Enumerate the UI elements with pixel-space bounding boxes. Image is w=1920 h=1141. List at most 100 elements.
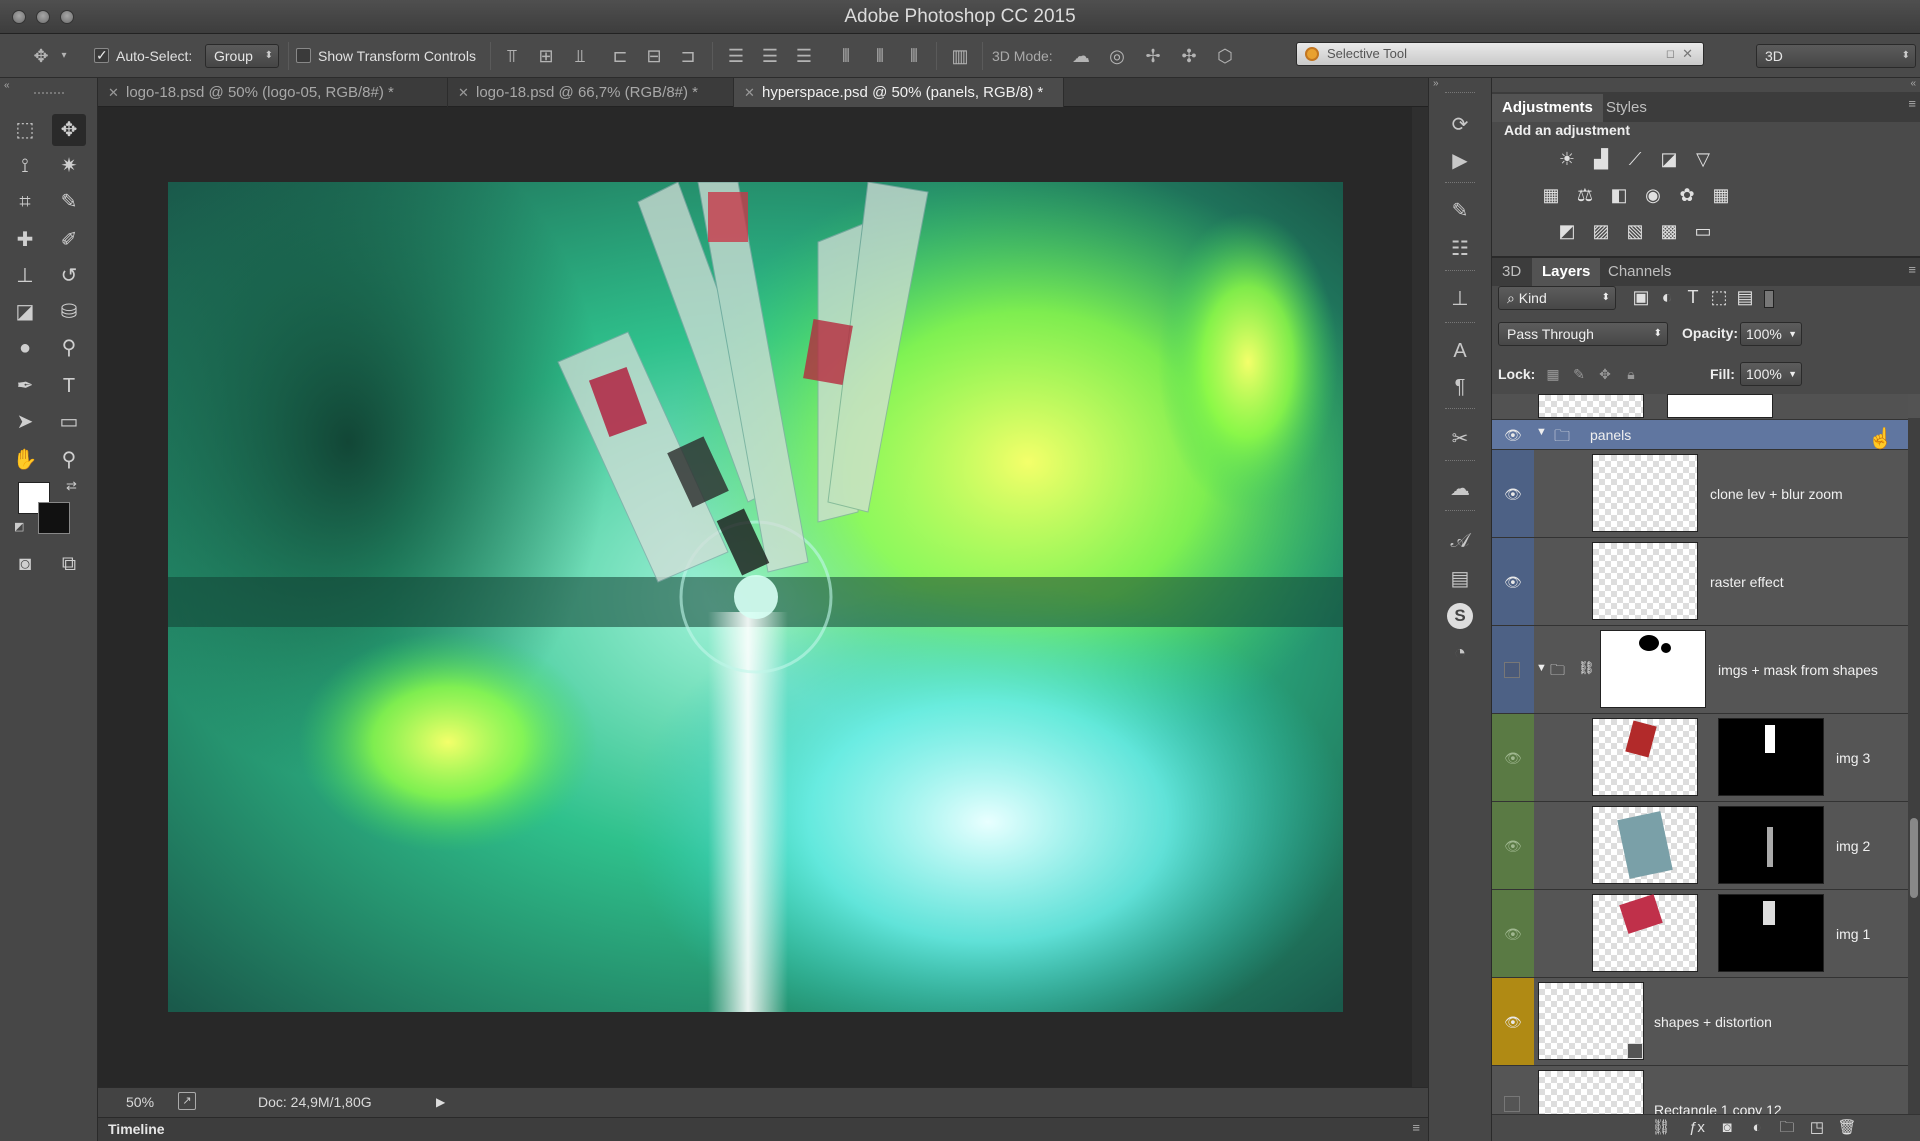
hue-saturation-icon[interactable]: ▦	[1538, 184, 1564, 206]
layer-row-clone-lev[interactable]: 👁︎ clone lev + blur zoom	[1492, 450, 1908, 538]
history-icon[interactable]: ⟳	[1443, 110, 1477, 140]
actions-play-icon[interactable]: ▶	[1443, 146, 1477, 176]
libraries-icon[interactable]: ☁	[1443, 474, 1477, 504]
tab-logo-18-50[interactable]: ✕ logo-18.psd @ 50% (logo-05, RGB/8#) *	[98, 78, 448, 107]
layer-filter-kind-dropdown[interactable]: ⌕ Kind ⬍	[1498, 286, 1616, 310]
invert-icon[interactable]: ◩	[1554, 220, 1580, 242]
magic-wand-tool-icon[interactable]: ✷	[52, 150, 86, 182]
paragraph-icon[interactable]: ¶	[1443, 372, 1477, 402]
align-left-icon[interactable]: ⊏	[608, 45, 632, 67]
background-color-swatch[interactable]	[38, 502, 70, 534]
lock-image-icon[interactable]: ✎	[1566, 363, 1592, 385]
tool-presets-icon[interactable]: ✂	[1443, 424, 1477, 454]
eyedropper-tool-icon[interactable]: ✎	[52, 186, 86, 218]
panel-menu-icon[interactable]: ≡	[1908, 96, 1916, 111]
zoom-level[interactable]: 50%	[126, 1094, 154, 1110]
move-tool-icon[interactable]: ✥	[52, 114, 86, 146]
threshold-icon[interactable]: ▧	[1622, 220, 1648, 242]
history-brush-tool-icon[interactable]: ↺	[52, 260, 86, 292]
filter-toggle-icon[interactable]	[1764, 290, 1774, 308]
blend-mode-dropdown[interactable]: Pass Through ⬍	[1498, 322, 1668, 346]
workspace-dropdown[interactable]: 3D ⬍	[1756, 44, 1916, 68]
visibility-eye-icon[interactable]: 👁︎	[1504, 927, 1522, 941]
tool-preset-chevron-icon[interactable]: ▾	[58, 45, 70, 67]
move-tool-icon[interactable]: ✥	[26, 45, 56, 67]
slide-3d-icon[interactable]: ✣	[1176, 45, 1202, 67]
healing-brush-tool-icon[interactable]: ✚	[8, 224, 42, 256]
collapse-icon[interactable]: «	[4, 80, 10, 91]
eraser-tool-icon[interactable]: ◪	[8, 296, 42, 328]
layer-row-partial[interactable]	[1492, 394, 1908, 420]
visibility-eye-icon[interactable]: 👁︎	[1504, 839, 1522, 853]
properties-icon[interactable]: ☷	[1443, 234, 1477, 264]
visibility-toggle-empty[interactable]	[1504, 1096, 1520, 1112]
layer-name[interactable]: raster effect	[1710, 574, 1784, 590]
restore-icon[interactable]: ◻	[1666, 43, 1675, 65]
scale-3d-icon[interactable]: ⬡	[1212, 45, 1238, 67]
channel-mixer-icon[interactable]: ✿	[1674, 184, 1700, 206]
screen-mode-icon[interactable]: ⧉	[52, 548, 86, 580]
collapse-icon[interactable]: «	[1910, 78, 1916, 89]
tab-adjustments[interactable]: Adjustments	[1492, 94, 1603, 122]
panel-menu-icon[interactable]: ≡	[1908, 262, 1916, 277]
distribute-left-icon[interactable]: ⦀	[834, 45, 858, 67]
collapse-icon[interactable]: »	[1433, 78, 1439, 89]
close-icon[interactable]: ✕	[1682, 43, 1693, 65]
levels-icon[interactable]: ▟	[1588, 148, 1614, 170]
layer-row-panels[interactable]: 👁︎ ▼ 🗀︎ panels ☝	[1492, 420, 1908, 450]
s-plugin-icon[interactable]: S	[1443, 600, 1477, 630]
layer-row-img-1[interactable]: 👁︎ img 1	[1492, 890, 1908, 978]
export-icon[interactable]: ↗	[178, 1092, 196, 1110]
visibility-eye-icon[interactable]: 👁︎	[1504, 428, 1522, 442]
distribute-vcenter-icon[interactable]: ☰	[758, 45, 782, 67]
device-preview-icon[interactable]: ▤	[1443, 564, 1477, 594]
character-icon[interactable]: A	[1443, 336, 1477, 366]
close-window-button[interactable]	[12, 10, 26, 24]
filter-shape-icon[interactable]: ⬚	[1706, 286, 1732, 308]
layer-name[interactable]: shapes + distortion	[1654, 1014, 1772, 1030]
hand-tool-icon[interactable]: ✋	[8, 444, 42, 476]
visibility-eye-icon[interactable]: 👁︎	[1504, 751, 1522, 765]
layer-row-rectangle-copy-12[interactable]: Rectangle 1 copy 12	[1492, 1066, 1908, 1114]
selective-tool-widget[interactable]: Selective Tool ◻ ✕	[1296, 42, 1704, 66]
minimize-window-button[interactable]	[36, 10, 50, 24]
layer-name[interactable]: img 3	[1836, 750, 1870, 766]
panel-menu-icon[interactable]: ≡	[1412, 1120, 1420, 1135]
tab-styles[interactable]: Styles	[1596, 94, 1657, 122]
gradient-map-icon[interactable]: ▭	[1690, 220, 1716, 242]
align-hcenter-icon[interactable]: ⊟	[642, 45, 666, 67]
filter-smart-object-icon[interactable]: ▤	[1732, 286, 1758, 308]
add-mask-icon[interactable]: ◙	[1714, 1117, 1740, 1139]
selective-color-icon[interactable]: ▩	[1656, 220, 1682, 242]
new-adjustment-icon[interactable]: ◐	[1744, 1117, 1770, 1139]
group-expand-chevron-icon[interactable]: ▼	[1536, 662, 1547, 674]
brush-presets-icon[interactable]: ✎	[1443, 196, 1477, 226]
align-vcenter-icon[interactable]: ⊞	[534, 45, 558, 67]
curves-icon[interactable]: ⟋	[1622, 148, 1648, 170]
lock-transparent-icon[interactable]: ▦	[1540, 363, 1566, 385]
brightness-contrast-icon[interactable]: ☀	[1554, 148, 1580, 170]
dodge-tool-icon[interactable]: ⚲	[52, 332, 86, 364]
crop-tool-icon[interactable]: ⌗	[8, 186, 42, 218]
filter-type-icon[interactable]: T	[1680, 286, 1706, 308]
layer-row-raster-effect[interactable]: 👁︎ raster effect	[1492, 538, 1908, 626]
align-bottom-icon[interactable]: ⫫	[568, 45, 592, 67]
layer-name[interactable]: imgs + mask from shapes	[1718, 662, 1878, 678]
close-tab-icon[interactable]: ✕	[108, 78, 119, 107]
close-tab-icon[interactable]: ✕	[744, 78, 755, 107]
layer-row-shapes-distortion[interactable]: 👁︎ shapes + distortion	[1492, 978, 1908, 1066]
new-group-icon[interactable]: 🗀︎	[1774, 1117, 1800, 1139]
filter-pixel-icon[interactable]: ▣	[1628, 286, 1654, 308]
orbit-3d-icon[interactable]: ☁	[1068, 45, 1094, 67]
clone-source-icon[interactable]: ⊥	[1443, 284, 1477, 314]
group-expand-chevron-icon[interactable]: ▼	[1536, 426, 1547, 438]
rectangle-tool-icon[interactable]: ▭	[52, 406, 86, 438]
lock-position-icon[interactable]: ✥	[1592, 363, 1618, 385]
align-top-icon[interactable]: ⫪	[500, 45, 524, 67]
fill-field[interactable]: 100% ▼	[1740, 362, 1802, 386]
document-canvas[interactable]	[168, 182, 1343, 1012]
distribute-hcenter-icon[interactable]: ⦀	[868, 45, 892, 67]
close-tab-icon[interactable]: ✕	[458, 78, 469, 107]
swap-colors-icon[interactable]: ⇄	[66, 478, 77, 494]
color-balance-icon[interactable]: ⚖	[1572, 184, 1598, 206]
